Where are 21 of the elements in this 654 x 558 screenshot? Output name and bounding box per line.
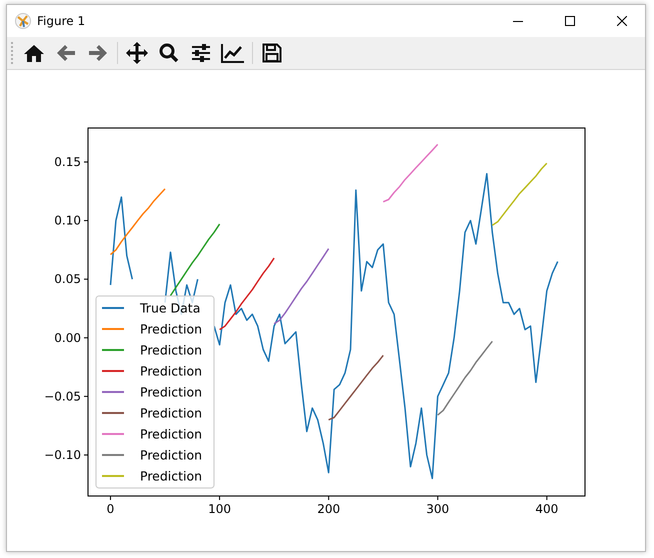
y-tick-label: 0.00 bbox=[54, 330, 81, 345]
y-tick-label: 0.10 bbox=[54, 214, 81, 228]
y-tick-label: −0.10 bbox=[44, 448, 81, 462]
x-tick-label: 0 bbox=[106, 502, 114, 516]
y-tick-label: −0.05 bbox=[44, 389, 81, 404]
legend-label: Prediction bbox=[140, 342, 202, 358]
legend-label: Prediction bbox=[140, 364, 202, 378]
legend-label: Prediction bbox=[140, 426, 202, 442]
legend-label: Prediction bbox=[140, 468, 202, 484]
x-tick-label: 300 bbox=[426, 502, 450, 516]
y-tick-label: 0.15 bbox=[54, 154, 81, 169]
x-tick-label: 400 bbox=[535, 502, 558, 516]
legend-label: Prediction bbox=[140, 322, 202, 336]
legend-label: Prediction bbox=[140, 406, 202, 420]
legend-label: True Data bbox=[140, 300, 200, 316]
legend-label: Prediction bbox=[140, 384, 202, 400]
window-title: Figure 1 bbox=[37, 14, 86, 28]
x-tick-label: 100 bbox=[208, 502, 231, 516]
y-tick-label: 0.05 bbox=[54, 272, 81, 286]
x-tick-label: 200 bbox=[317, 502, 340, 516]
legend-label: Prediction bbox=[140, 448, 202, 462]
